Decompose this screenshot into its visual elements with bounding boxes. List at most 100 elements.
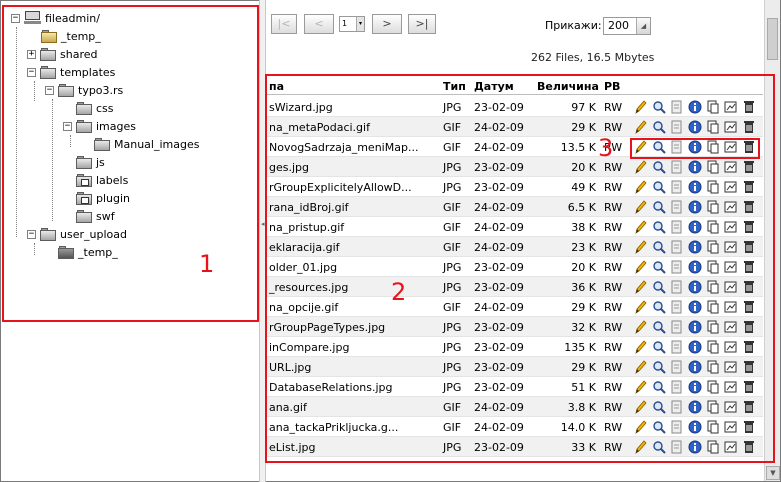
move-icon[interactable] xyxy=(724,99,738,115)
file-name[interactable]: ana.gif xyxy=(269,401,307,414)
table-row[interactable]: na_metaPodaci.gif GIF 24-02-09 29 K RW xyxy=(266,117,763,137)
copy-icon[interactable] xyxy=(706,359,720,375)
copy-icon[interactable] xyxy=(706,419,720,435)
edit-pencil-icon[interactable] xyxy=(634,179,648,195)
file-name[interactable]: sWizard.jpg xyxy=(269,101,333,114)
view-magnifier-icon[interactable] xyxy=(652,279,666,295)
edit-pencil-icon[interactable] xyxy=(634,359,648,375)
move-icon[interactable] xyxy=(724,259,738,275)
info-icon[interactable] xyxy=(688,319,702,335)
info-icon[interactable] xyxy=(688,119,702,135)
edit-pencil-icon[interactable] xyxy=(634,159,648,175)
rename-icon[interactable] xyxy=(670,419,684,435)
table-row[interactable]: DatabaseRelations.jpg JPG 23-02-09 51 K RW xyxy=(266,377,763,397)
collapse-icon[interactable]: − xyxy=(27,229,36,239)
rename-icon[interactable] xyxy=(670,359,684,375)
edit-pencil-icon[interactable] xyxy=(634,339,648,355)
info-icon[interactable] xyxy=(688,139,702,155)
file-name[interactable]: rana_idBroj.gif xyxy=(269,201,349,214)
rename-icon[interactable] xyxy=(670,159,684,175)
copy-icon[interactable] xyxy=(706,239,720,255)
view-magnifier-icon[interactable] xyxy=(652,219,666,235)
file-name[interactable]: rGroupPageTypes.jpg xyxy=(269,321,385,334)
collapse-arrow-icon[interactable]: ◂ xyxy=(261,220,265,228)
scroll-down-button[interactable]: ▼ xyxy=(766,466,780,480)
rename-icon[interactable] xyxy=(670,279,684,295)
header-type[interactable]: Тип xyxy=(443,80,466,93)
tree-item-typo3rs[interactable]: − typo3.rs xyxy=(45,81,123,99)
table-row[interactable]: inCompare.jpg JPG 23-02-09 135 K RW xyxy=(266,337,763,357)
tree-item-manual-images[interactable]: Manual_images xyxy=(94,135,199,153)
move-icon[interactable] xyxy=(724,319,738,335)
edit-pencil-icon[interactable] xyxy=(634,419,648,435)
edit-pencil-icon[interactable] xyxy=(634,279,648,295)
rename-icon[interactable] xyxy=(670,399,684,415)
rename-icon[interactable] xyxy=(670,259,684,275)
copy-icon[interactable] xyxy=(706,99,720,115)
move-icon[interactable] xyxy=(724,279,738,295)
copy-icon[interactable] xyxy=(706,439,720,455)
page-select[interactable]: 1 ▾ xyxy=(339,16,365,32)
copy-icon[interactable] xyxy=(706,179,720,195)
pane-splitter[interactable]: ◂ xyxy=(259,0,266,482)
delete-trash-icon[interactable] xyxy=(742,439,756,455)
copy-icon[interactable] xyxy=(706,339,720,355)
view-magnifier-icon[interactable] xyxy=(652,239,666,255)
delete-trash-icon[interactable] xyxy=(742,419,756,435)
delete-trash-icon[interactable] xyxy=(742,279,756,295)
file-name[interactable]: na_opcije.gif xyxy=(269,301,338,314)
info-icon[interactable] xyxy=(688,419,702,435)
edit-pencil-icon[interactable] xyxy=(634,259,648,275)
delete-trash-icon[interactable] xyxy=(742,379,756,395)
copy-icon[interactable] xyxy=(706,279,720,295)
copy-icon[interactable] xyxy=(706,219,720,235)
delete-trash-icon[interactable] xyxy=(742,99,756,115)
move-icon[interactable] xyxy=(724,199,738,215)
view-magnifier-icon[interactable] xyxy=(652,419,666,435)
view-magnifier-icon[interactable] xyxy=(652,319,666,335)
edit-pencil-icon[interactable] xyxy=(634,439,648,455)
first-page-button[interactable]: |< xyxy=(271,14,297,34)
view-magnifier-icon[interactable] xyxy=(652,119,666,135)
last-page-button[interactable]: >| xyxy=(408,14,436,34)
copy-icon[interactable] xyxy=(706,199,720,215)
move-icon[interactable] xyxy=(724,299,738,315)
table-row[interactable]: na_opcije.gif GIF 24-02-09 29 K RW xyxy=(266,297,763,317)
file-name[interactable]: NovogSadrzaja_meniMap... xyxy=(269,141,418,154)
view-magnifier-icon[interactable] xyxy=(652,139,666,155)
edit-pencil-icon[interactable] xyxy=(634,319,648,335)
rename-icon[interactable] xyxy=(670,439,684,455)
move-icon[interactable] xyxy=(724,179,738,195)
tree-item-css[interactable]: css xyxy=(76,99,114,117)
prev-page-button[interactable]: < xyxy=(304,14,334,34)
header-size[interactable]: Величина xyxy=(537,80,599,93)
rename-icon[interactable] xyxy=(670,339,684,355)
delete-trash-icon[interactable] xyxy=(742,299,756,315)
move-icon[interactable] xyxy=(724,239,738,255)
collapse-icon[interactable]: − xyxy=(27,67,36,77)
rename-icon[interactable] xyxy=(670,139,684,155)
delete-trash-icon[interactable] xyxy=(742,359,756,375)
delete-trash-icon[interactable] xyxy=(742,259,756,275)
delete-trash-icon[interactable] xyxy=(742,119,756,135)
view-magnifier-icon[interactable] xyxy=(652,359,666,375)
copy-icon[interactable] xyxy=(706,119,720,135)
tree-item-plugin[interactable]: plugin xyxy=(76,189,130,207)
rename-icon[interactable] xyxy=(670,119,684,135)
table-row[interactable]: sWizard.jpg JPG 23-02-09 97 K RW xyxy=(266,97,763,117)
delete-trash-icon[interactable] xyxy=(742,179,756,195)
rename-icon[interactable] xyxy=(670,179,684,195)
info-icon[interactable] xyxy=(688,279,702,295)
header-date[interactable]: Датум xyxy=(474,80,514,93)
show-count-select[interactable]: 200 ◢ xyxy=(603,17,651,35)
table-row[interactable]: eList.jpg JPG 23-02-09 33 K RW xyxy=(266,437,763,457)
copy-icon[interactable] xyxy=(706,319,720,335)
view-magnifier-icon[interactable] xyxy=(652,439,666,455)
copy-icon[interactable] xyxy=(706,379,720,395)
move-icon[interactable] xyxy=(724,419,738,435)
file-name[interactable]: eklaracija.gif xyxy=(269,241,340,254)
move-icon[interactable] xyxy=(724,119,738,135)
file-name[interactable]: ges.jpg xyxy=(269,161,309,174)
tree-item-labels[interactable]: labels xyxy=(76,171,128,189)
edit-pencil-icon[interactable] xyxy=(634,219,648,235)
